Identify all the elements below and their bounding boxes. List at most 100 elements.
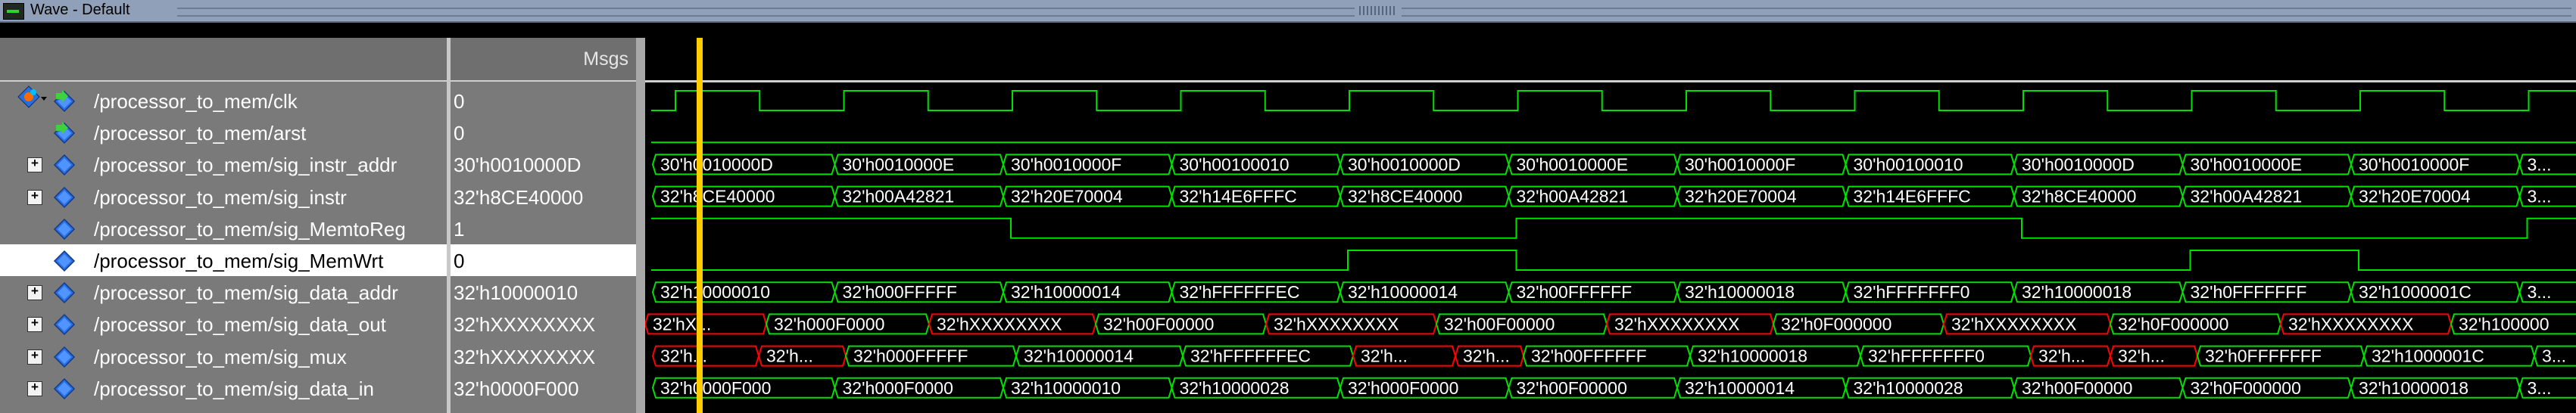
value-pane-header: Msgs (451, 38, 636, 82)
data-in-value: 32'h000F0000 (843, 378, 953, 398)
signal-value-row[interactable]: 0 (451, 244, 636, 276)
signal-name: /processor_to_mem/sig_MemWrt (94, 250, 384, 272)
signal-value-row[interactable]: 32'hXXXXXXXX (451, 340, 636, 372)
signal-name: /processor_to_mem/sig_instr (94, 185, 347, 209)
data-addr-value: 32'h10000014 (1348, 282, 1458, 302)
signal-value-row[interactable]: 30'h0010000D (451, 148, 636, 180)
instr-addr-value: 30'h0010000D (2022, 154, 2135, 174)
instr-value: 3... (2528, 187, 2552, 206)
data-out-value: 32'h00F00000 (1444, 314, 1555, 334)
signal-row[interactable]: + /processor_to_mem/sig_instr (0, 181, 447, 213)
expand-icon[interactable]: + (27, 285, 42, 301)
waveform-canvas[interactable]: 30'h0010000D 30'h0010000E 30'h0010000F 30'h… (645, 80, 2576, 413)
data-addr-value: 32'h10000018 (1685, 282, 1795, 302)
waveform-header (645, 38, 2576, 82)
data-out-value: 32'h000F0000 (774, 314, 884, 334)
signal-value: 0 (454, 250, 465, 272)
instr-value: 32'h20E70004 (2359, 187, 2471, 206)
bus-signal-icon (53, 154, 76, 176)
signal-value-row[interactable]: 0 (451, 85, 636, 116)
data-in-value: 32'h10000028 (1180, 378, 1290, 398)
instr-value: 32'h14E6FFFC (1180, 187, 1297, 206)
data-out-value: 32'hXXXXXXXX (1614, 314, 1740, 334)
signal-name: /processor_to_mem/arst (94, 122, 307, 145)
signal-row[interactable]: + /processor_to_mem/sig_data_out (0, 308, 447, 340)
clk-wave (651, 90, 2576, 111)
signal-value: 32'h8CE40000 (454, 185, 584, 209)
signal-row[interactable]: /processor_to_mem/clk (0, 85, 447, 116)
mux-value: 32'h0FFFFFFF (2205, 346, 2322, 366)
mux-value: 32'h10000018 (1698, 346, 1807, 366)
data-out-value: 32'h0F000000 (2118, 314, 2228, 334)
window-titlebar: Wave - Default (0, 0, 2576, 23)
signal-value: 1 (454, 217, 465, 241)
signal-value-row[interactable]: 32'h8CE40000 (451, 181, 636, 213)
signal-name: /processor_to_mem/sig_data_out (94, 313, 386, 337)
bus-signal-icon (53, 281, 76, 304)
expand-icon[interactable]: + (27, 317, 42, 333)
window-title: Wave - Default (30, 2, 130, 18)
data-addr-value: 32'h10000014 (1011, 282, 1121, 302)
signal-value: 32'hXXXXXXXX (454, 345, 596, 368)
data-addr-value: 32'h00FFFFFF (1517, 282, 1633, 302)
instr-addr-value: 30'h0010000E (2191, 154, 2303, 174)
value-wave-splitter[interactable] (636, 38, 645, 413)
expand-icon[interactable]: + (27, 349, 42, 365)
expand-icon[interactable]: + (27, 157, 42, 173)
data-in-value: 32'h10000018 (2359, 378, 2468, 398)
signal-row[interactable]: /processor_to_mem/sig_MemtoReg (0, 213, 447, 244)
mux-value: 32'hFFFFFFF0 (1868, 346, 1985, 366)
instr-value: 32'h14E6FFFC (1854, 187, 1971, 206)
data-in-value: 32'h10000028 (1854, 378, 1963, 398)
signal-name: /processor_to_mem/clk (94, 90, 298, 113)
expand-icon[interactable]: + (27, 189, 42, 205)
instr-addr-value: 30'h0010000E (1517, 154, 1629, 174)
time-cursor[interactable] (697, 38, 703, 413)
data-addr-value: 32'hFFFFFFF0 (1854, 282, 1970, 302)
signal-row[interactable]: /processor_to_mem/sig_MemWrt (0, 244, 447, 276)
data-addr-value: 32'h0FFFFFFF (2191, 282, 2307, 302)
signal-value-row[interactable]: 32'h0000F000 (451, 372, 636, 404)
input-signal-icon (53, 122, 76, 144)
signal-value-row[interactable]: 0 (451, 116, 636, 148)
wave-window-icon[interactable] (3, 3, 24, 20)
signal-row[interactable]: + /processor_to_mem/sig_data_in (0, 372, 447, 404)
data-addr-value: 32'hFFFFFFEC (1180, 282, 1300, 302)
signal-value-row[interactable]: 32'h10000010 (451, 276, 636, 308)
titlebar-grip-right (1402, 8, 2571, 17)
mux-value: 32'hFFFFFFEC (1190, 346, 1311, 366)
data-in-value: 32'h00F00000 (2022, 378, 2132, 398)
instr-addr-value: 30'h00100010 (1180, 154, 1290, 174)
mux-value: 32'h... (1361, 346, 1408, 366)
signal-value: 32'h10000010 (454, 281, 579, 305)
bus-signal-icon (53, 377, 76, 400)
signal-value: 30'h0010000D (454, 154, 582, 177)
instr-addr-value: 30'h0010000E (843, 154, 955, 174)
signal-row[interactable]: /processor_to_mem/arst (0, 116, 447, 148)
signal-row[interactable]: + /processor_to_mem/sig_instr_addr (0, 148, 447, 180)
input-signal-icon (53, 90, 76, 113)
mux-value: 32'h... (2038, 346, 2085, 366)
instr-value: 32'h8CE40000 (1348, 187, 1462, 206)
instr-addr-value: 30'h0010000F (1685, 154, 1795, 174)
mux-value: 32'h10000014 (1024, 346, 1134, 366)
instr-value: 32'h8CE40000 (660, 187, 775, 206)
data-in-value: 32'h10000014 (1685, 378, 1795, 398)
signal-name: /processor_to_mem/sig_mux (94, 345, 347, 368)
signal-row[interactable]: + /processor_to_mem/sig_mux (0, 340, 447, 372)
name-pane-header (0, 38, 447, 108)
bus-signal-icon (53, 313, 76, 336)
instr-value: 32'h20E70004 (1685, 187, 1797, 206)
data-in-value: 32'h000F0000 (1348, 378, 1458, 398)
memwrt-wave (651, 250, 2576, 271)
msgs-label: Msgs (583, 48, 628, 70)
titlebar-drag-handle[interactable] (1359, 6, 1397, 15)
signal-row[interactable]: + /processor_to_mem/sig_data_addr (0, 276, 447, 308)
data-addr-value: 3... (2528, 282, 2552, 302)
expand-icon[interactable]: + (27, 380, 42, 396)
signal-value: 32'h0000F000 (454, 377, 579, 400)
signal-value-row[interactable]: 1 (451, 213, 636, 244)
signal-value-row[interactable]: 32'hXXXXXXXX (451, 308, 636, 340)
signal-icon (53, 218, 76, 241)
mux-value: 32'h... (766, 346, 813, 366)
